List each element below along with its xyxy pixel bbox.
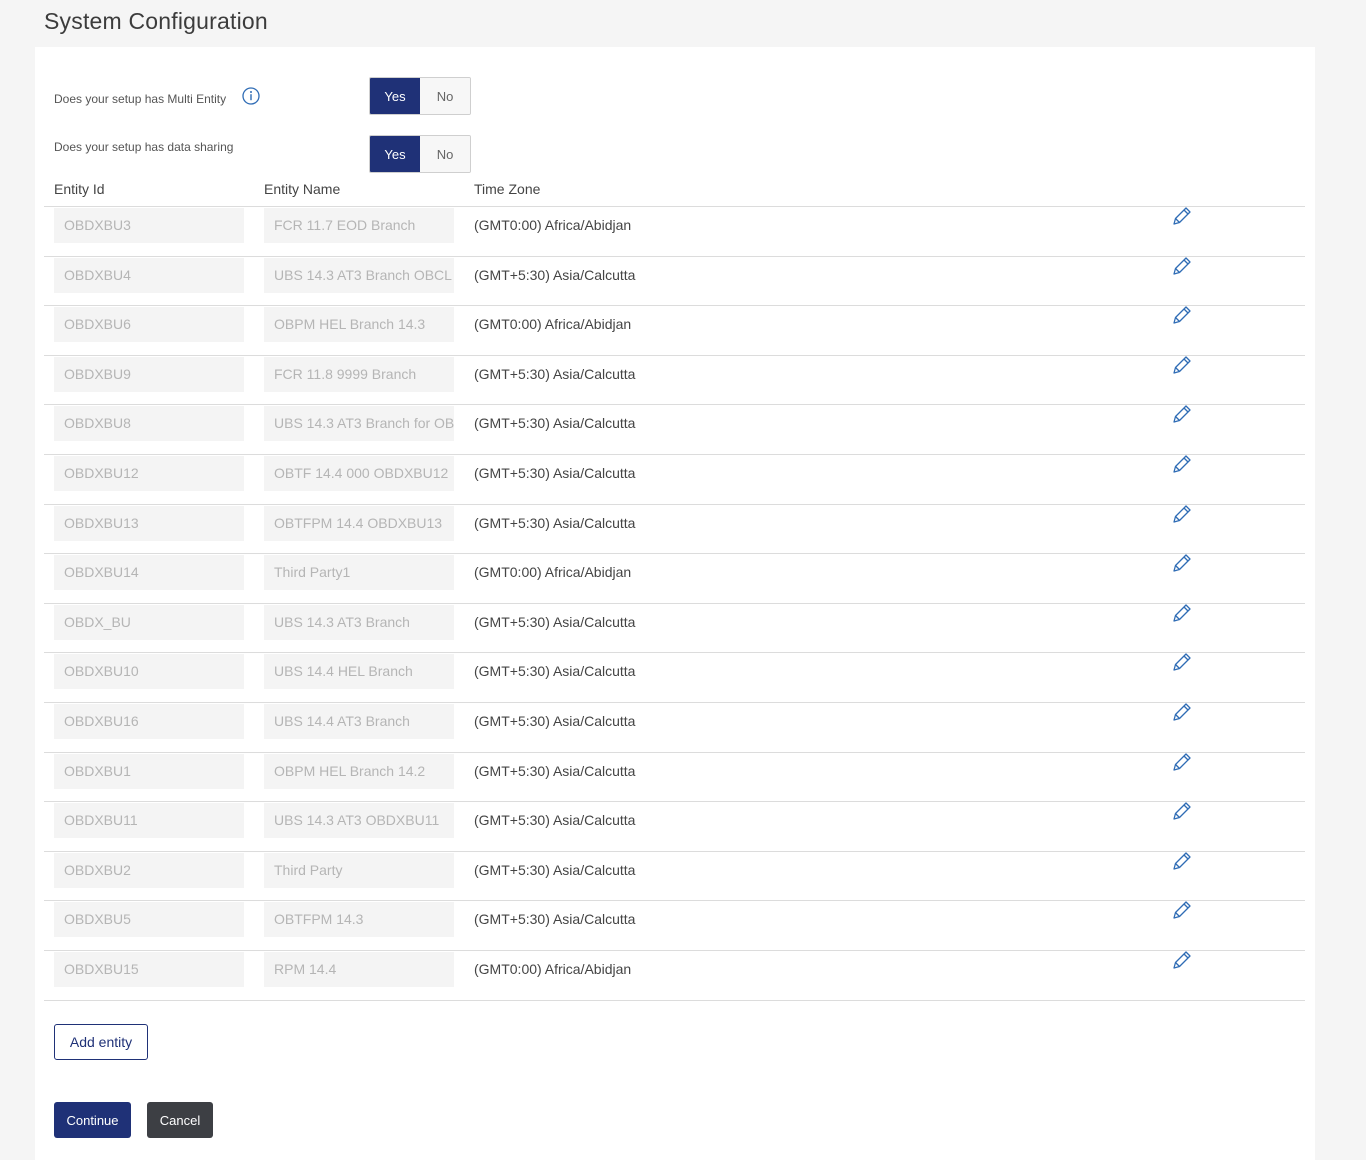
entity-id-field: OBDXBU9: [54, 356, 244, 392]
pencil-icon[interactable]: [1171, 354, 1193, 376]
pencil-icon[interactable]: [1171, 602, 1193, 624]
entity-name-field: OBTFPM 14.3: [264, 902, 454, 938]
entity-id-field: OBDXBU1: [54, 753, 244, 789]
pencil-icon[interactable]: [1171, 255, 1193, 277]
table-row: OBDXBU14 Third Party1 (GMT0:00) Africa/Abi…: [44, 553, 1305, 603]
time-zone-value: (GMT+5:30) Asia/Calcutta: [474, 365, 636, 382]
entity-name-field: FCR 11.8 9999 Branch: [264, 356, 454, 392]
entity-id-field: OBDXBU3: [54, 208, 244, 243]
entity-id-field: OBDXBU4: [54, 257, 244, 293]
pencil-icon[interactable]: [1171, 453, 1193, 475]
entity-id-field: OBDXBU12: [54, 455, 244, 491]
table-row: OBDXBU13 OBTFPM 14.4 OBDXBU13 (GMT+5:30) A…: [44, 503, 1305, 554]
table-row: OBDXBU2 Third Party (GMT+5:30) Asia/Calcut…: [44, 850, 1305, 901]
entity-name-field: Third Party1: [264, 555, 454, 591]
entity-name-field: OBTF 14.4 000 OBDXBU12: [264, 455, 454, 491]
pencil-icon[interactable]: [1171, 503, 1193, 525]
pencil-icon[interactable]: [1171, 403, 1193, 425]
multi-entity-toggle: Yes No: [369, 77, 471, 115]
time-zone-value: (GMT+5:30) Asia/Calcutta: [474, 415, 636, 432]
time-zone-value: (GMT+5:30) Asia/Calcutta: [474, 911, 636, 928]
pencil-icon[interactable]: [1171, 552, 1193, 574]
entity-id-field: OBDXBU2: [54, 852, 244, 888]
entity-name-field: FCR 11.7 EOD Branch: [264, 208, 454, 243]
table-row: OBDXBU3 FCR 11.7 EOD Branch (GMT0:00) Afri…: [44, 206, 1305, 256]
time-zone-value: (GMT+5:30) Asia/Calcutta: [474, 712, 636, 729]
entity-name-field: UBS 14.3 AT3 Branch: [264, 604, 454, 640]
entity-name-field: OBPM HEL Branch 14.3: [264, 307, 454, 343]
table-row: OBDXBU12 OBTF 14.4 000 OBDXBU12 (GMT+5:30)…: [44, 453, 1305, 504]
pencil-icon[interactable]: [1171, 701, 1193, 723]
time-zone-value: (GMT0:00) Africa/Abidjan: [474, 316, 632, 333]
entity-name-field: OBTFPM 14.4 OBDXBU13: [264, 505, 454, 541]
data-sharing-no-button[interactable]: No: [420, 136, 470, 172]
data-sharing-label: Does your setup has data sharing: [54, 140, 234, 154]
time-zone-value: (GMT+5:30) Asia/Calcutta: [474, 464, 636, 481]
continue-button[interactable]: Continue: [54, 1102, 131, 1138]
entity-name-field: UBS 14.3 AT3 Branch OBCL: [264, 257, 454, 293]
entity-id-field: OBDXBU10: [54, 654, 244, 690]
time-zone-value: (GMT+5:30) Asia/Calcutta: [474, 762, 636, 779]
cancel-button[interactable]: Cancel: [147, 1102, 213, 1138]
entity-id-field: OBDXBU5: [54, 902, 244, 938]
pencil-icon[interactable]: [1171, 949, 1193, 971]
entity-name-field: UBS 14.4 AT3 Branch: [264, 703, 454, 739]
table-row: OBDXBU4 UBS 14.3 AT3 Branch OBCL (GMT+5:30…: [44, 255, 1305, 306]
pencil-icon[interactable]: [1171, 751, 1193, 773]
header-entity-name: Entity Name: [264, 181, 341, 197]
pencil-icon[interactable]: [1171, 850, 1193, 872]
entity-name-field: RPM 14.4: [264, 951, 454, 987]
time-zone-value: (GMT+5:30) Asia/Calcutta: [474, 514, 636, 531]
multi-entity-label: Does your setup has Multi Entity: [54, 92, 227, 106]
multi-entity-no-button[interactable]: No: [420, 78, 470, 114]
time-zone-value: (GMT+5:30) Asia/Calcutta: [474, 266, 636, 283]
table-row: OBDXBU16 UBS 14.4 AT3 Branch (GMT+5:30) As…: [44, 701, 1305, 752]
table-row: OBDXBU6 OBPM HEL Branch 14.3 (GMT0:00) Afr…: [44, 305, 1305, 355]
entity-id-field: OBDXBU16: [54, 703, 244, 739]
add-entity-button[interactable]: Add entity: [54, 1024, 148, 1060]
info-icon[interactable]: [242, 87, 260, 105]
entity-id-field: OBDX_BU: [54, 604, 244, 640]
multi-entity-yes-button[interactable]: Yes: [370, 78, 420, 114]
table-row: OBDXBU9 FCR 11.8 9999 Branch (GMT+5:30) As…: [44, 354, 1305, 405]
table-row: OBDXBU15 RPM 14.4 (GMT0:00) Africa/Abidjan: [44, 949, 1305, 1001]
time-zone-value: (GMT0:00) Africa/Abidjan: [474, 217, 632, 233]
entity-id-field: OBDXBU14: [54, 555, 244, 591]
table-row: OBDX_BU UBS 14.3 AT3 Branch (GMT+5:30) Asi…: [44, 602, 1305, 653]
time-zone-value: (GMT0:00) Africa/Abidjan: [474, 960, 632, 977]
table-row: OBDXBU1 OBPM HEL Branch 14.2 (GMT+5:30) As…: [44, 751, 1305, 802]
table-row: OBDXBU5 OBTFPM 14.3 (GMT+5:30) Asia/Calcut…: [44, 900, 1305, 950]
time-zone-value: (GMT+5:30) Asia/Calcutta: [474, 663, 636, 680]
entity-name-field: OBPM HEL Branch 14.2: [264, 753, 454, 789]
table-row: OBDXBU10 UBS 14.4 HEL Branch (GMT+5:30) As…: [44, 652, 1305, 702]
page-title: System Configuration: [44, 8, 268, 34]
data-sharing-yes-button[interactable]: Yes: [370, 136, 420, 172]
header-entity-id: Entity Id: [54, 181, 105, 197]
entity-id-field: OBDXBU11: [54, 803, 244, 839]
header-time-zone: Time Zone: [474, 181, 541, 197]
entity-table: OBDXBU3 FCR 11.7 EOD Branch (GMT0:00) Afri…: [44, 206, 1305, 1001]
entity-name-field: UBS 14.3 AT3 Branch for OBLM: [264, 406, 454, 442]
pencil-icon[interactable]: [1171, 800, 1193, 822]
entity-id-field: OBDXBU8: [54, 406, 244, 442]
pencil-icon[interactable]: [1171, 304, 1193, 326]
table-row: OBDXBU8 UBS 14.3 AT3 Branch for OBLM (GMT+…: [44, 404, 1305, 454]
entity-name-field: UBS 14.4 HEL Branch: [264, 654, 454, 690]
entity-id-field: OBDXBU15: [54, 951, 244, 987]
entity-id-field: OBDXBU13: [54, 505, 244, 541]
time-zone-value: (GMT+5:30) Asia/Calcutta: [474, 613, 636, 630]
pencil-icon[interactable]: [1171, 899, 1193, 921]
entity-id-field: OBDXBU6: [54, 307, 244, 343]
pencil-icon[interactable]: [1171, 205, 1193, 227]
pencil-icon[interactable]: [1171, 651, 1193, 673]
table-row: OBDXBU11 UBS 14.3 AT3 OBDXBU11 (GMT+5:30) …: [44, 801, 1305, 851]
config-card: Does your setup has Multi Entity Yes No …: [35, 47, 1315, 1160]
entity-name-field: Third Party: [264, 852, 454, 888]
time-zone-value: (GMT+5:30) Asia/Calcutta: [474, 812, 636, 829]
data-sharing-toggle: Yes No: [369, 135, 471, 173]
time-zone-value: (GMT0:00) Africa/Abidjan: [474, 564, 632, 581]
entity-name-field: UBS 14.3 AT3 OBDXBU11: [264, 803, 454, 839]
time-zone-value: (GMT+5:30) Asia/Calcutta: [474, 861, 636, 878]
